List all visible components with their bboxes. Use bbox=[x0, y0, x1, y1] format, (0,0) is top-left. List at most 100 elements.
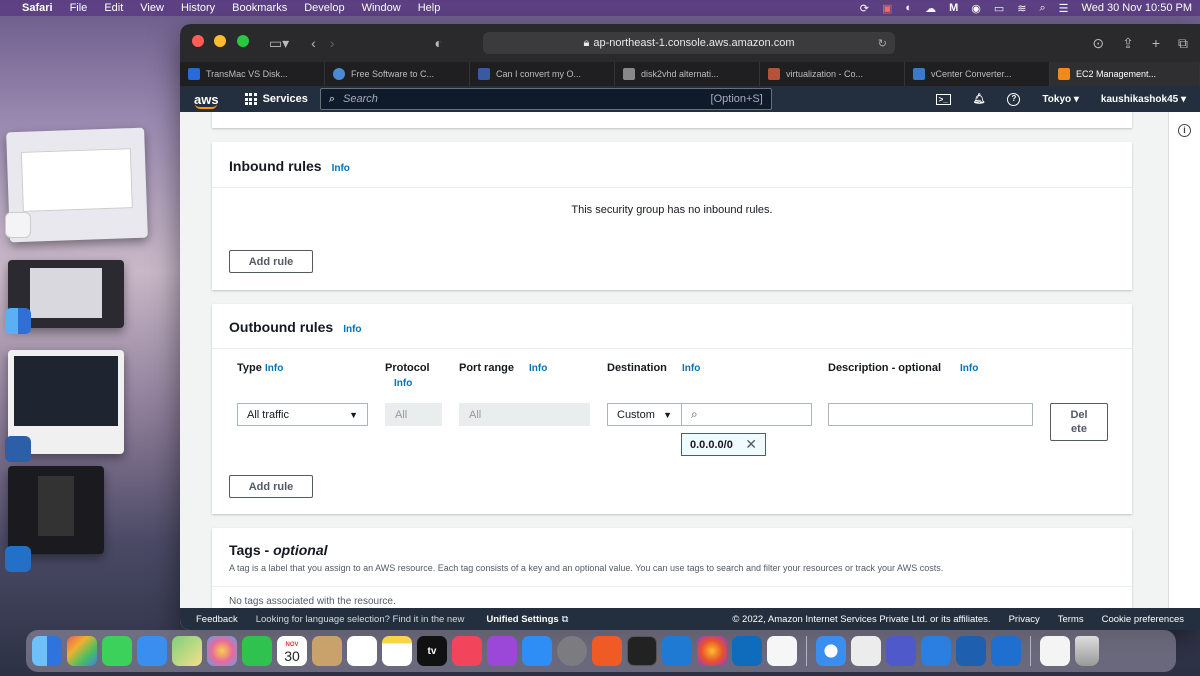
col-destination-info-link[interactable]: Info bbox=[682, 363, 700, 374]
col-port-info-link[interactable]: Info bbox=[529, 363, 547, 374]
notifications-bell-icon[interactable]: 🔔︎ bbox=[973, 94, 986, 105]
safari-icon[interactable] bbox=[816, 636, 846, 666]
teamviewer-app-icon[interactable] bbox=[5, 546, 31, 572]
menu-develop[interactable]: Develop bbox=[304, 2, 344, 14]
menu-clock[interactable]: Wed 30 Nov 10:50 PM bbox=[1082, 2, 1192, 14]
privacy-link[interactable]: Privacy bbox=[1009, 614, 1040, 625]
control-center-icon[interactable]: ☰ bbox=[1059, 2, 1069, 15]
virtualbox-app-icon[interactable] bbox=[5, 436, 31, 462]
destination-mode-select[interactable]: Custom ▼ bbox=[607, 403, 682, 426]
maps-icon[interactable] bbox=[172, 636, 202, 666]
user-account-icon[interactable]: ◉ bbox=[971, 2, 981, 15]
outlook-icon[interactable] bbox=[732, 636, 762, 666]
music-icon[interactable] bbox=[452, 636, 482, 666]
apple-tv-icon[interactable]: tv bbox=[417, 636, 447, 666]
minimize-button[interactable] bbox=[214, 35, 227, 47]
terms-link[interactable]: Terms bbox=[1058, 614, 1084, 625]
tab-free-software[interactable]: Free Software to C... bbox=[325, 62, 470, 86]
firefox-icon[interactable] bbox=[697, 636, 727, 666]
cookie-preferences-link[interactable]: Cookie preferences bbox=[1102, 614, 1184, 625]
launchpad-icon[interactable] bbox=[67, 636, 97, 666]
tab-disk2vhd[interactable]: disk2vhd alternati... bbox=[615, 62, 760, 86]
photos-icon[interactable] bbox=[207, 636, 237, 666]
region-selector[interactable]: Tokyo ▾ bbox=[1042, 94, 1079, 105]
delete-rule-button[interactable]: Del ete bbox=[1050, 403, 1108, 441]
menu-edit[interactable]: Edit bbox=[104, 2, 123, 14]
virtualbox-icon[interactable] bbox=[956, 636, 986, 666]
feedback-link[interactable]: Feedback bbox=[196, 614, 238, 625]
terminal-icon[interactable] bbox=[627, 636, 657, 666]
vscode-icon[interactable] bbox=[662, 636, 692, 666]
app-store-icon[interactable] bbox=[522, 636, 552, 666]
menu-file[interactable]: File bbox=[70, 2, 88, 14]
services-menu[interactable]: Services bbox=[244, 93, 308, 105]
script-editor-icon[interactable] bbox=[851, 636, 881, 666]
trash-icon[interactable] bbox=[1075, 636, 1099, 666]
textedit-icon[interactable] bbox=[767, 636, 797, 666]
menu-help[interactable]: Help bbox=[418, 2, 441, 14]
col-type-info-link[interactable]: Info bbox=[265, 363, 283, 374]
sidebar-toggle-icon[interactable]: ▭▾ bbox=[269, 35, 289, 52]
outbound-info-link[interactable]: Info bbox=[343, 324, 361, 335]
spotlight-search-icon[interactable]: ⌕ bbox=[1039, 2, 1045, 15]
creative-cloud-icon[interactable]: ☁ bbox=[925, 2, 936, 15]
mail-icon[interactable] bbox=[137, 636, 167, 666]
menu-app-name[interactable]: Safari bbox=[22, 2, 53, 14]
description-input[interactable] bbox=[828, 403, 1033, 426]
tab-transmac[interactable]: TransMac VS Disk... bbox=[180, 62, 325, 86]
battery-icon[interactable]: ▭ bbox=[994, 2, 1004, 15]
col-description-info-link[interactable]: Info bbox=[960, 363, 978, 374]
reminders-icon[interactable] bbox=[347, 636, 377, 666]
destination-search-input[interactable]: ⌕ bbox=[681, 403, 812, 426]
cloudshell-icon[interactable]: >_ bbox=[935, 93, 951, 105]
document-app-icon[interactable] bbox=[5, 212, 31, 238]
aws-search-input[interactable]: ⌕ Search [Option+S] bbox=[319, 88, 772, 110]
menu-bookmarks[interactable]: Bookmarks bbox=[232, 2, 287, 14]
close-button[interactable] bbox=[192, 35, 204, 47]
help-icon[interactable]: ? bbox=[1007, 92, 1021, 106]
facetime-icon[interactable] bbox=[242, 636, 272, 666]
brave-browser-icon[interactable] bbox=[592, 636, 622, 666]
new-tab-icon[interactable]: + bbox=[1152, 35, 1160, 52]
finder-app-icon[interactable] bbox=[5, 308, 31, 334]
tab-can-i-convert[interactable]: Can I convert my O... bbox=[470, 62, 615, 86]
tab-vcenter[interactable]: vCenter Converter... bbox=[905, 62, 1050, 86]
outbound-add-rule-button[interactable]: Add rule bbox=[229, 475, 313, 498]
wifi-icon[interactable]: ≋ bbox=[1017, 2, 1026, 15]
teams-icon[interactable] bbox=[886, 636, 916, 666]
inbound-info-link[interactable]: Info bbox=[332, 163, 350, 174]
system-preferences-icon[interactable] bbox=[557, 636, 587, 666]
tab-ec2-management[interactable]: EC2 Management... bbox=[1050, 62, 1200, 86]
notes-icon[interactable] bbox=[382, 636, 412, 666]
tab-virtualization[interactable]: virtualization - Co... bbox=[760, 62, 905, 86]
downloads-folder-icon[interactable] bbox=[1040, 636, 1070, 666]
aws-logo[interactable]: aws bbox=[194, 92, 219, 109]
type-select[interactable]: All traffic ▼ bbox=[237, 403, 368, 426]
inbound-add-rule-button[interactable]: Add rule bbox=[229, 250, 313, 273]
contacts-icon[interactable] bbox=[312, 636, 342, 666]
back-arrow-icon[interactable]: ‹ bbox=[311, 35, 316, 51]
keynote-icon[interactable] bbox=[921, 636, 951, 666]
podcasts-icon[interactable] bbox=[487, 636, 517, 666]
sync-status-icon[interactable]: ⟳ bbox=[860, 2, 869, 15]
messages-icon[interactable] bbox=[102, 636, 132, 666]
calendar-icon[interactable]: NOV 30 bbox=[277, 636, 307, 666]
teamviewer-icon[interactable] bbox=[991, 636, 1021, 666]
menu-view[interactable]: View bbox=[140, 2, 164, 14]
menu-window[interactable]: Window bbox=[362, 2, 401, 14]
screen-share-icon[interactable]: ▣ bbox=[882, 2, 892, 15]
info-panel-icon[interactable]: i bbox=[1178, 124, 1191, 137]
menu-history[interactable]: History bbox=[181, 2, 215, 14]
address-bar[interactable]: 🔒︎ ap-northeast-1.console.aws.amazon.com… bbox=[482, 32, 895, 54]
app-status-icon[interactable]: M bbox=[949, 2, 958, 14]
share-icon[interactable]: ⇪ bbox=[1122, 35, 1134, 52]
zoom-button[interactable] bbox=[236, 35, 249, 47]
reload-icon[interactable]: ↻ bbox=[878, 37, 887, 50]
focus-icon[interactable]: ◐ bbox=[905, 2, 912, 14]
remove-token-icon[interactable]: ✕ bbox=[745, 436, 757, 453]
stage-window-4[interactable] bbox=[8, 466, 104, 554]
account-menu[interactable]: kaushikashok45 ▾ bbox=[1101, 94, 1186, 105]
tab-overview-icon[interactable]: ⧉ bbox=[1178, 35, 1188, 52]
unified-settings-link[interactable]: Unified Settings bbox=[486, 614, 558, 625]
downloads-icon[interactable]: ⊙ bbox=[1092, 35, 1104, 52]
